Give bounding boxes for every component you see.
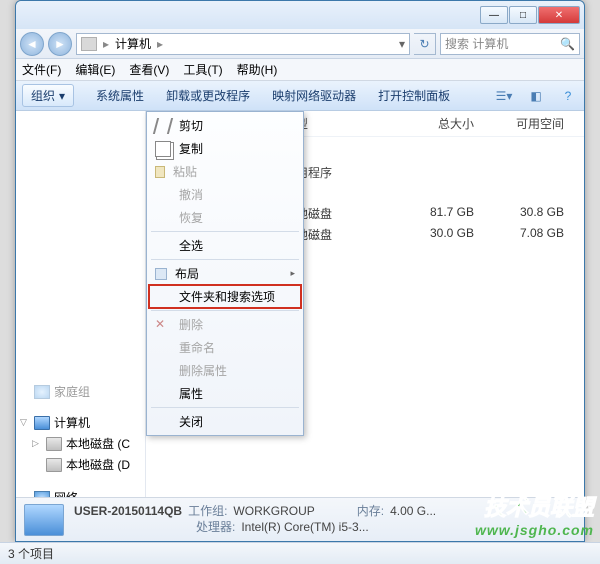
close-button[interactable]: ✕ xyxy=(538,6,580,24)
chevron-right-icon[interactable]: ▸ xyxy=(157,37,163,51)
navigation-bar: ◄ ► ▸ 计算机 ▸ ▾ ↻ 搜索 计算机 🔍 xyxy=(16,29,584,59)
column-total[interactable]: 总大小 xyxy=(404,115,494,132)
command-bar: 组织 ▾ 系统属性 卸载或更改程序 映射网络驱动器 打开控制面板 ☰▾ ◧ ? xyxy=(16,81,584,111)
cut-icon xyxy=(153,118,173,134)
details-pane: USER-20150114QB 工作组: WORKGROUP 内存: 4.00 … xyxy=(16,497,584,541)
chevron-right-icon: ▸ xyxy=(103,37,109,51)
menu-edit[interactable]: 编辑(E) xyxy=(75,61,115,78)
menu-item-cut[interactable]: 剪切 xyxy=(149,114,301,137)
system-properties-button[interactable]: 系统属性 xyxy=(96,87,144,104)
network-icon xyxy=(34,491,50,498)
menu-file[interactable]: 文件(F) xyxy=(22,61,61,78)
chevron-right-icon: ▸ xyxy=(290,268,295,279)
menu-bar: 文件(F) 编辑(E) 查看(V) 工具(T) 帮助(H) xyxy=(16,59,584,81)
view-mode-button[interactable]: ☰▾ xyxy=(494,86,514,106)
twisty-icon[interactable]: ▽ xyxy=(20,417,30,428)
breadcrumb-root[interactable]: 计算机 xyxy=(115,35,151,52)
menu-item-undo: 撤消 xyxy=(149,183,301,206)
homegroup-icon xyxy=(34,385,50,399)
computer-icon xyxy=(81,37,97,51)
twisty-icon[interactable]: ▷ xyxy=(32,438,42,449)
sidebar-item-drive-d[interactable]: 本地磁盘 (D xyxy=(16,454,145,475)
delete-icon: ✕ xyxy=(155,317,171,333)
minimize-button[interactable]: — xyxy=(480,6,508,24)
paste-icon xyxy=(155,166,165,178)
explorer-window: — □ ✕ ◄ ► ▸ 计算机 ▸ ▾ ↻ 搜索 计算机 🔍 文件(F) 编辑(… xyxy=(15,0,585,542)
address-dropdown[interactable]: ▾ xyxy=(399,37,405,51)
layout-icon xyxy=(155,268,167,280)
separator xyxy=(151,407,299,408)
menu-item-redo: 恢复 xyxy=(149,206,301,229)
search-input[interactable]: 搜索 计算机 🔍 xyxy=(440,33,580,55)
menu-item-properties[interactable]: 属性 xyxy=(149,382,301,405)
uninstall-programs-button[interactable]: 卸载或更改程序 xyxy=(166,87,250,104)
menu-help[interactable]: 帮助(H) xyxy=(237,61,278,78)
status-bar: 3 个项目 xyxy=(0,542,600,564)
view-icon: ☰ xyxy=(496,89,507,103)
menu-item-close[interactable]: 关闭 xyxy=(149,410,301,433)
refresh-button[interactable]: ↻ xyxy=(414,33,436,55)
search-placeholder: 搜索 计算机 xyxy=(445,35,508,52)
menu-item-delete: ✕删除 xyxy=(149,313,301,336)
map-network-drive-button[interactable]: 映射网络驱动器 xyxy=(272,87,356,104)
menu-item-copy[interactable]: 复制 xyxy=(149,137,301,160)
menu-item-select-all[interactable]: 全选 xyxy=(149,234,301,257)
chevron-down-icon: ▾ xyxy=(59,89,65,103)
address-bar[interactable]: ▸ 计算机 ▸ ▾ xyxy=(76,33,410,55)
separator xyxy=(151,231,299,232)
separator xyxy=(151,310,299,311)
preview-pane-button[interactable]: ◧ xyxy=(526,86,546,106)
details-properties: USER-20150114QB 工作组: WORKGROUP 内存: 4.00 … xyxy=(74,504,436,535)
drive-icon xyxy=(46,458,62,472)
sidebar-item-network[interactable]: 网络 xyxy=(16,487,145,497)
computer-thumbnail-icon xyxy=(24,504,64,536)
sidebar-item-drive-c[interactable]: ▷ 本地磁盘 (C xyxy=(16,433,145,454)
computer-name: USER-20150114QB xyxy=(74,504,182,520)
forward-button[interactable]: ► xyxy=(48,32,72,56)
menu-item-layout[interactable]: 布局▸ xyxy=(149,262,301,285)
chevron-down-icon: ▾ xyxy=(506,89,512,103)
sidebar-item-computer[interactable]: ▽ 计算机 xyxy=(16,412,145,433)
window-buttons: — □ ✕ xyxy=(480,6,580,24)
menu-tools[interactable]: 工具(T) xyxy=(183,61,222,78)
menu-item-folder-options[interactable]: 文件夹和搜索选项 xyxy=(149,285,301,308)
help-button[interactable]: ? xyxy=(558,86,578,106)
search-icon: 🔍 xyxy=(560,37,575,51)
titlebar[interactable]: — □ ✕ xyxy=(16,1,584,29)
maximize-button[interactable]: □ xyxy=(509,6,537,24)
pane-icon: ◧ xyxy=(530,89,541,103)
column-free[interactable]: 可用空间 xyxy=(494,115,564,132)
menu-view[interactable]: 查看(V) xyxy=(129,61,169,78)
organize-menu: 剪切 复制 粘贴 撤消 恢复 全选 布局▸ 文件夹和搜索选项 ✕删除 重命名 删… xyxy=(146,111,304,436)
file-list[interactable]: 类型 总大小 可用空间 置 (1) exe 应用程序 盘 (D:) 本地磁盘 8… xyxy=(146,111,584,497)
item-count: 3 个项目 xyxy=(8,545,54,562)
computer-icon xyxy=(34,416,50,430)
copy-icon xyxy=(155,141,171,157)
menu-item-paste: 粘贴 xyxy=(149,160,301,183)
menu-item-remove-properties: 删除属性 xyxy=(149,359,301,382)
sidebar-item-homegroup[interactable]: 家庭组 xyxy=(16,381,145,402)
navigation-pane[interactable]: 家庭组 ▽ 计算机 ▷ 本地磁盘 (C 本地磁盘 (D xyxy=(16,111,146,497)
menu-item-rename: 重命名 xyxy=(149,336,301,359)
organize-button[interactable]: 组织 ▾ xyxy=(22,84,74,107)
back-button[interactable]: ◄ xyxy=(20,32,44,56)
content-area: 家庭组 ▽ 计算机 ▷ 本地磁盘 (C 本地磁盘 (D xyxy=(16,111,584,497)
separator xyxy=(151,259,299,260)
open-control-panel-button[interactable]: 打开控制面板 xyxy=(378,87,450,104)
drive-icon xyxy=(46,437,62,451)
